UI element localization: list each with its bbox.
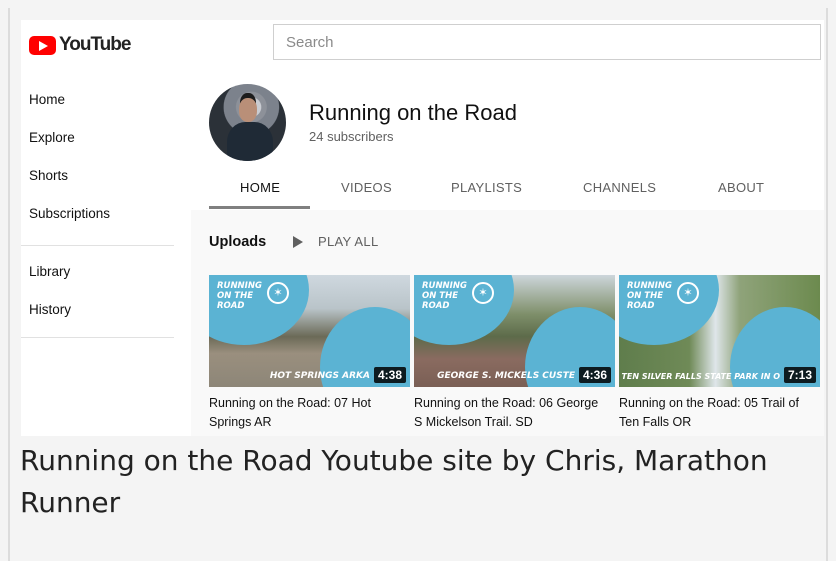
thumb-brand-text: RUNNING ON THE ROAD: [627, 281, 672, 311]
tab-playlists[interactable]: PLAYLISTS: [451, 180, 522, 195]
channel-avatar[interactable]: [209, 84, 286, 161]
video-title[interactable]: Running on the Road: 07 Hot Springs AR: [209, 394, 399, 432]
thumb-brand-text: RUNNING ON THE ROAD: [422, 281, 467, 311]
logo-text: YouTube: [59, 34, 131, 55]
runner-icon: ✶: [472, 282, 494, 304]
sidebar-item-history[interactable]: History: [29, 302, 71, 317]
subscriber-count: 24 subscribers: [309, 129, 394, 144]
thumb-place-text: HOT SPRINGS ARKA: [269, 371, 370, 381]
top-bar: YouTube Search: [21, 20, 824, 68]
active-tab-indicator: [209, 206, 310, 209]
tab-home[interactable]: HOME: [240, 180, 280, 195]
uploads-heading[interactable]: Uploads: [209, 234, 266, 250]
tab-videos[interactable]: VIDEOS: [341, 180, 392, 195]
thumb-place-text: TRAIL OF TEN SILVER FALLS STATE PARK IN …: [619, 372, 780, 381]
video-title[interactable]: Running on the Road: 06 George S Mickels…: [414, 394, 604, 432]
sidebar-item-shorts[interactable]: Shorts: [29, 168, 68, 183]
image-caption: Running on the Road Youtube site by Chri…: [20, 444, 768, 519]
youtube-screenshot: YouTube Search Home Explore Shorts Subsc…: [21, 20, 824, 436]
play-icon: [293, 235, 303, 248]
video-thumbnail[interactable]: RUNNING ON THE ROAD ✶ GEORGE S. MICKELS …: [414, 275, 615, 387]
runner-icon: ✶: [267, 282, 289, 304]
tab-about[interactable]: ABOUT: [718, 180, 764, 195]
video-duration: 4:36: [578, 367, 611, 383]
channel-main: Running on the Road 24 subscribers HOME …: [191, 68, 824, 436]
sidebar-divider: [21, 245, 174, 246]
video-thumbnail[interactable]: RUNNING ON THE ROAD ✶ HOT SPRINGS ARKA 4…: [209, 275, 410, 387]
search-input[interactable]: Search: [273, 24, 821, 60]
thumb-brand-text: RUNNING ON THE ROAD: [217, 281, 262, 311]
channel-title: Running on the Road: [309, 100, 517, 125]
sidebar-item-explore[interactable]: Explore: [29, 130, 75, 145]
sidebar-item-subscriptions[interactable]: Subscriptions: [29, 206, 110, 221]
play-all-button[interactable]: PLAY ALL: [293, 234, 378, 249]
video-duration: 4:38: [373, 367, 406, 383]
video-title[interactable]: Running on the Road: 05 Trail of Ten Fal…: [619, 394, 809, 432]
youtube-play-icon: [29, 35, 56, 55]
video-thumbnail[interactable]: RUNNING ON THE ROAD ✶ TRAIL OF TEN SILVE…: [619, 275, 820, 387]
sidebar-item-library[interactable]: Library: [29, 264, 70, 279]
channel-header: Running on the Road 24 subscribers HOME …: [191, 68, 824, 210]
runner-icon: ✶: [677, 282, 699, 304]
tab-channels[interactable]: CHANNELS: [583, 180, 656, 195]
sidebar-item-home[interactable]: Home: [29, 92, 65, 107]
sidebar-divider: [21, 337, 174, 338]
play-all-label: PLAY ALL: [318, 234, 379, 249]
video-duration: 7:13: [783, 367, 816, 383]
sidebar: Home Explore Shorts Subscriptions Librar…: [21, 68, 191, 436]
thumb-place-text: GEORGE S. MICKELS CUSTE: [437, 371, 575, 381]
youtube-logo[interactable]: YouTube: [29, 34, 131, 56]
